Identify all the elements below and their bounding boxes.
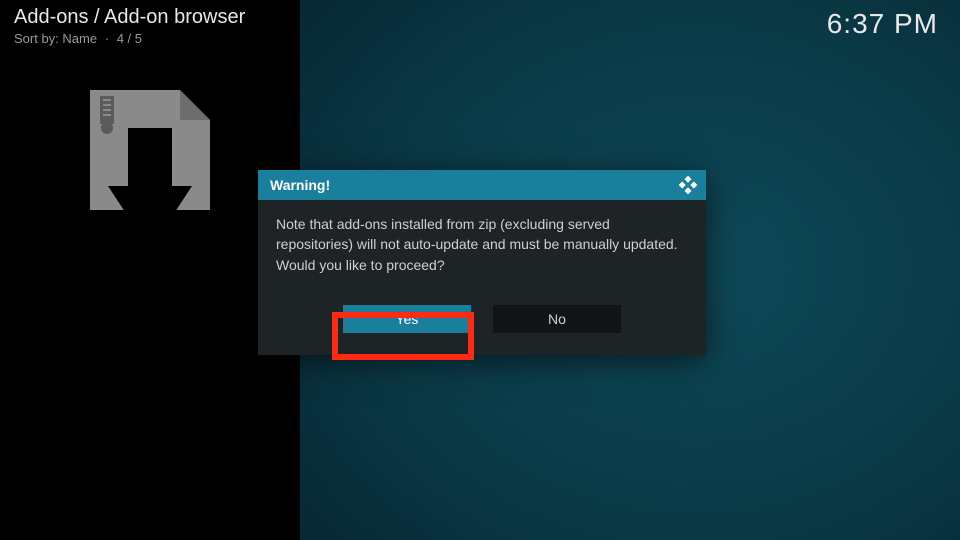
no-button[interactable]: No [493, 305, 621, 333]
clock: 6:37 PM [827, 8, 938, 40]
warning-dialog: Warning! Note that add-ons installed fro… [258, 170, 706, 355]
breadcrumb: Add-ons / Add-on browser [14, 6, 245, 29]
dialog-button-row: Yes No [258, 293, 706, 355]
dialog-body: Note that add-ons installed from zip (ex… [258, 200, 706, 293]
zip-install-icon [70, 90, 210, 260]
kodi-logo-icon [678, 175, 698, 195]
yes-button[interactable]: Yes [343, 305, 471, 333]
sidebar-background [0, 0, 300, 540]
dialog-titlebar: Warning! [258, 170, 706, 200]
sort-index: 4 / 5 [117, 31, 142, 46]
sort-status: Sort by: Name 4 / 5 [14, 31, 245, 46]
header: Add-ons / Add-on browser Sort by: Name 4… [14, 6, 245, 46]
sort-label: Sort by: Name [14, 31, 97, 46]
dot-separator [101, 31, 113, 46]
dialog-title-text: Warning! [270, 177, 330, 193]
